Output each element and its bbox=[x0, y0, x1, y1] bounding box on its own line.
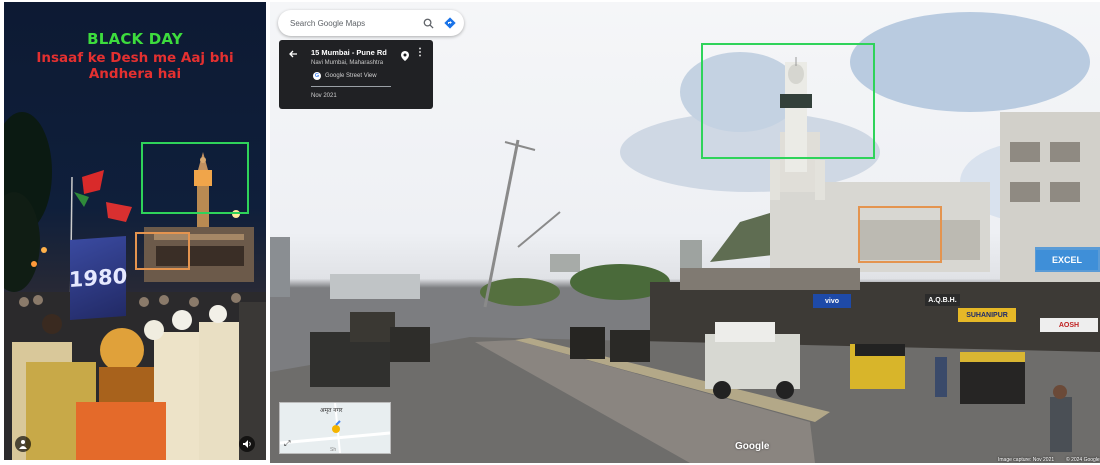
shop-sign-aqbh: A.Q.B.H. bbox=[925, 294, 960, 306]
image-capture-text: Image capture: Nov 2021 bbox=[998, 457, 1055, 463]
mini-map-label: अमृत नगर bbox=[320, 408, 343, 414]
source-label: Google Street View bbox=[325, 73, 377, 79]
highlight-box-building bbox=[858, 206, 942, 263]
copyright-text: © 2024 Google bbox=[1066, 457, 1100, 463]
mini-map-footer: Sh bbox=[330, 447, 337, 453]
directions-icon[interactable] bbox=[442, 15, 458, 31]
banner-1980: 1980 bbox=[69, 236, 127, 320]
search-box[interactable]: Search Google Maps bbox=[278, 10, 464, 36]
highlight-box-minaret bbox=[701, 43, 875, 159]
location-info-card: 15 Mumbai - Pune Rd Navi Mumbai, Maharas… bbox=[279, 40, 433, 109]
video-caption-title: BLACK DAY bbox=[87, 30, 183, 48]
card-divider bbox=[311, 86, 391, 87]
location-title: 15 Mumbai - Pune Rd bbox=[311, 48, 387, 57]
back-arrow-icon[interactable] bbox=[288, 49, 298, 62]
google-street-view-label: G Google Street View bbox=[313, 72, 377, 80]
search-input[interactable]: Search Google Maps bbox=[290, 19, 420, 28]
shop-sign-suhanipur: SUHANIPUR bbox=[958, 308, 1016, 322]
highlight-box-building bbox=[135, 232, 190, 270]
video-frame: BLACK DAY Insaaf ke Desh me Aaj bhi Andh… bbox=[4, 2, 266, 460]
sound-icon[interactable] bbox=[239, 436, 255, 452]
location-subtitle: Navi Mumbai, Maharashtra bbox=[311, 60, 384, 66]
google-logo-icon: G bbox=[313, 72, 321, 80]
shop-sign-excel: EXCEL bbox=[1036, 250, 1098, 270]
more-vert-icon[interactable]: ⋮ bbox=[415, 47, 425, 58]
street-view-panorama[interactable]: vivo A.Q.B.H. SUHANIPUR EXCEL AOSH Searc… bbox=[270, 2, 1100, 463]
google-wordmark: Google bbox=[735, 441, 770, 452]
mini-map[interactable]: अमृत नगर Sh ⤢ bbox=[279, 402, 391, 454]
shop-sign-aosh: AOSH bbox=[1040, 318, 1098, 332]
expand-icon[interactable]: ⤢ bbox=[284, 439, 290, 449]
pin-icon[interactable] bbox=[401, 48, 409, 66]
person-icon[interactable] bbox=[15, 436, 31, 452]
highlight-box-minaret bbox=[141, 142, 249, 214]
search-icon[interactable] bbox=[420, 15, 436, 31]
capture-date: Nov 2021 bbox=[311, 93, 337, 99]
video-caption-subtitle: Insaaf ke Desh me Aaj bhi Andhera hai bbox=[36, 50, 234, 82]
shop-sign-vivo: vivo bbox=[813, 294, 851, 308]
